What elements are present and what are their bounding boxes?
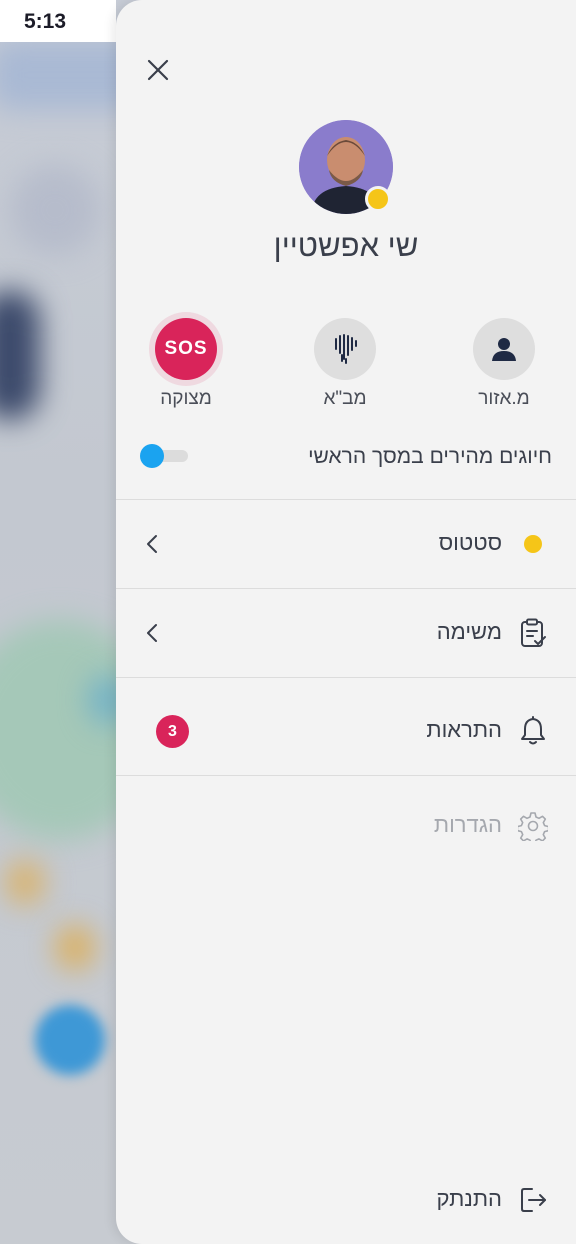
status-bar: 5:13	[0, 0, 116, 42]
close-button[interactable]	[144, 56, 172, 84]
quick-dial-label: חיוגים מהירים במסך הראשי	[308, 445, 552, 468]
quick-dial-toggle[interactable]	[140, 444, 190, 468]
avatar[interactable]	[299, 120, 393, 214]
menu-item-status-label: סטטוס	[438, 530, 502, 555]
menu-item-settings-label: הגדרות	[433, 812, 502, 837]
chevron-left-icon	[147, 535, 157, 553]
mba-label: מב"א	[323, 388, 367, 409]
chevron-left-icon	[147, 624, 157, 642]
logout-button[interactable]: התנתק	[116, 1156, 576, 1244]
logout-label: התנתק	[436, 1186, 502, 1211]
sos-icon: SOS	[164, 338, 208, 359]
area-commander-button[interactable]: מ.אזור	[472, 318, 536, 410]
person-icon	[492, 338, 516, 361]
logout-icon	[521, 1188, 546, 1212]
menu-item-task[interactable]: משימה	[116, 589, 576, 677]
sos-button[interactable]: SOS מצוקה	[154, 318, 218, 410]
divider	[116, 775, 576, 776]
menu-item-settings[interactable]: הגדרות	[116, 782, 576, 870]
gear-icon	[518, 812, 548, 841]
menu-item-status[interactable]: סטטוס	[116, 500, 576, 588]
menu-item-task-label: משימה	[436, 619, 502, 644]
user-name: שי אפשטיין	[273, 228, 419, 263]
menu-item-notifications[interactable]: התראות 3	[116, 687, 576, 775]
area-commander-label: מ.אזור	[478, 388, 530, 409]
quick-dial-row: חיוגים מהירים במסך הראשי	[116, 436, 576, 480]
side-drawer: שי אפשטיין מ.אזור מב"א SOS מצוקה חיוגים …	[116, 0, 576, 1244]
bell-icon	[521, 716, 545, 745]
sos-label: מצוקה	[160, 388, 212, 409]
clipboard-check-icon	[521, 618, 546, 647]
menu-item-notifications-label: התראות	[426, 717, 502, 742]
status-dot-icon	[524, 535, 542, 553]
divider	[116, 677, 576, 678]
close-icon	[147, 59, 169, 81]
status-bar-time: 5:13	[24, 10, 67, 33]
profile-section: שי אפשטיין	[116, 120, 576, 264]
mba-button[interactable]: מב"א	[313, 318, 377, 410]
fingerprint-icon	[335, 334, 357, 364]
presence-indicator	[365, 186, 391, 212]
notifications-count-badge: 3	[156, 715, 189, 748]
